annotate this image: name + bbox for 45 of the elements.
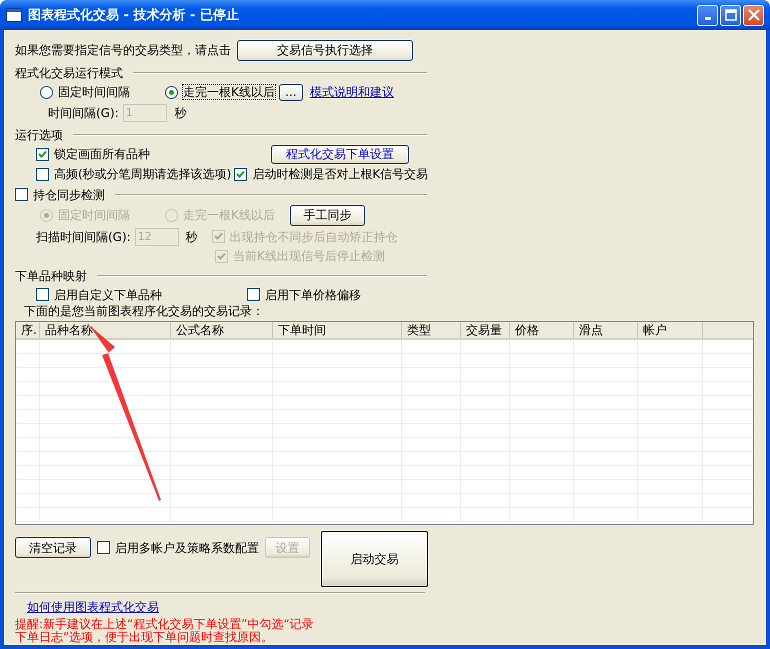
reminder-text: 提醒:新手建议在上述“程式化交易下单设置”中勾选“记录 下单日志”选项，便于出现下单问题时查找原因。: [15, 618, 315, 644]
check-icon: [214, 232, 223, 241]
minimize-button[interactable]: [697, 4, 718, 26]
section-title: 下单品种映射: [15, 268, 87, 282]
column-header[interactable]: 滑点: [574, 322, 638, 338]
records-caption: 下面的是您当前图表程序化交易的交易记录：: [23, 304, 265, 318]
section-title: 程式化交易运行模式: [15, 66, 123, 80]
column-header[interactable]: 序.: [16, 322, 40, 338]
check-icon: [38, 150, 47, 158]
radio-option[interactable]: 固定时间间隔: [40, 85, 165, 99]
radio-option[interactable]: 走完一根K线以后: [165, 85, 275, 99]
more-button[interactable]: ...: [278, 84, 303, 100]
maximize-icon: [724, 9, 736, 21]
unit-label: 秒: [174, 106, 187, 120]
window-icon: [6, 8, 22, 22]
column-header[interactable]: 帐户: [638, 322, 703, 338]
checkbox-option[interactable]: 高频(秒或分笔周期请选择该选项): [36, 167, 232, 181]
clear-records-button[interactable]: 清空记录: [15, 537, 91, 558]
order-settings-button[interactable]: 程式化交易下单设置: [271, 144, 409, 164]
checkbox-option[interactable]: 启用多帐户及策略系数配置: [97, 540, 259, 554]
check-icon: [236, 170, 246, 178]
checkbox-option[interactable]: 启用自定义下单品种: [36, 288, 247, 302]
help-link[interactable]: 如何使用图表程式化交易: [27, 600, 159, 614]
close-button[interactable]: [743, 4, 764, 26]
column-header[interactable]: 公式名称: [171, 322, 273, 338]
section-title: 运行选项: [15, 128, 63, 142]
maximize-button[interactable]: [720, 4, 741, 26]
window-title: 图表程式化交易 - 技术分析 - 已停止: [28, 6, 240, 24]
mode-help-link[interactable]: 模式说明和建议: [310, 85, 394, 99]
column-header[interactable]: 类型: [402, 322, 461, 338]
close-icon: [748, 9, 760, 21]
check-icon: [217, 252, 226, 260]
field-label: 时间间隔(G):: [48, 106, 119, 120]
start-trading-button[interactable]: 启动交易: [321, 531, 428, 587]
minimize-icon: [704, 17, 710, 20]
column-header[interactable]: 下单时间: [273, 322, 402, 338]
field-label: 扫描时间间隔(G):: [36, 230, 131, 244]
checkbox-option[interactable]: 启动时检测是否对上根K信号交易: [234, 167, 428, 181]
checkbox-option[interactable]: 锁定画面所有品种: [36, 147, 271, 161]
column-header[interactable]: 交易量: [461, 322, 510, 338]
unit-label: 秒: [186, 230, 198, 244]
checkbox-option[interactable]: 启用下单价格偏移: [247, 288, 361, 302]
column-header[interactable]: 价格: [510, 322, 574, 338]
prompt-text: 如果您需要指定信号的交易类型，请点击: [15, 43, 231, 57]
signal-select-button[interactable]: 交易信号执行选择: [237, 40, 413, 60]
